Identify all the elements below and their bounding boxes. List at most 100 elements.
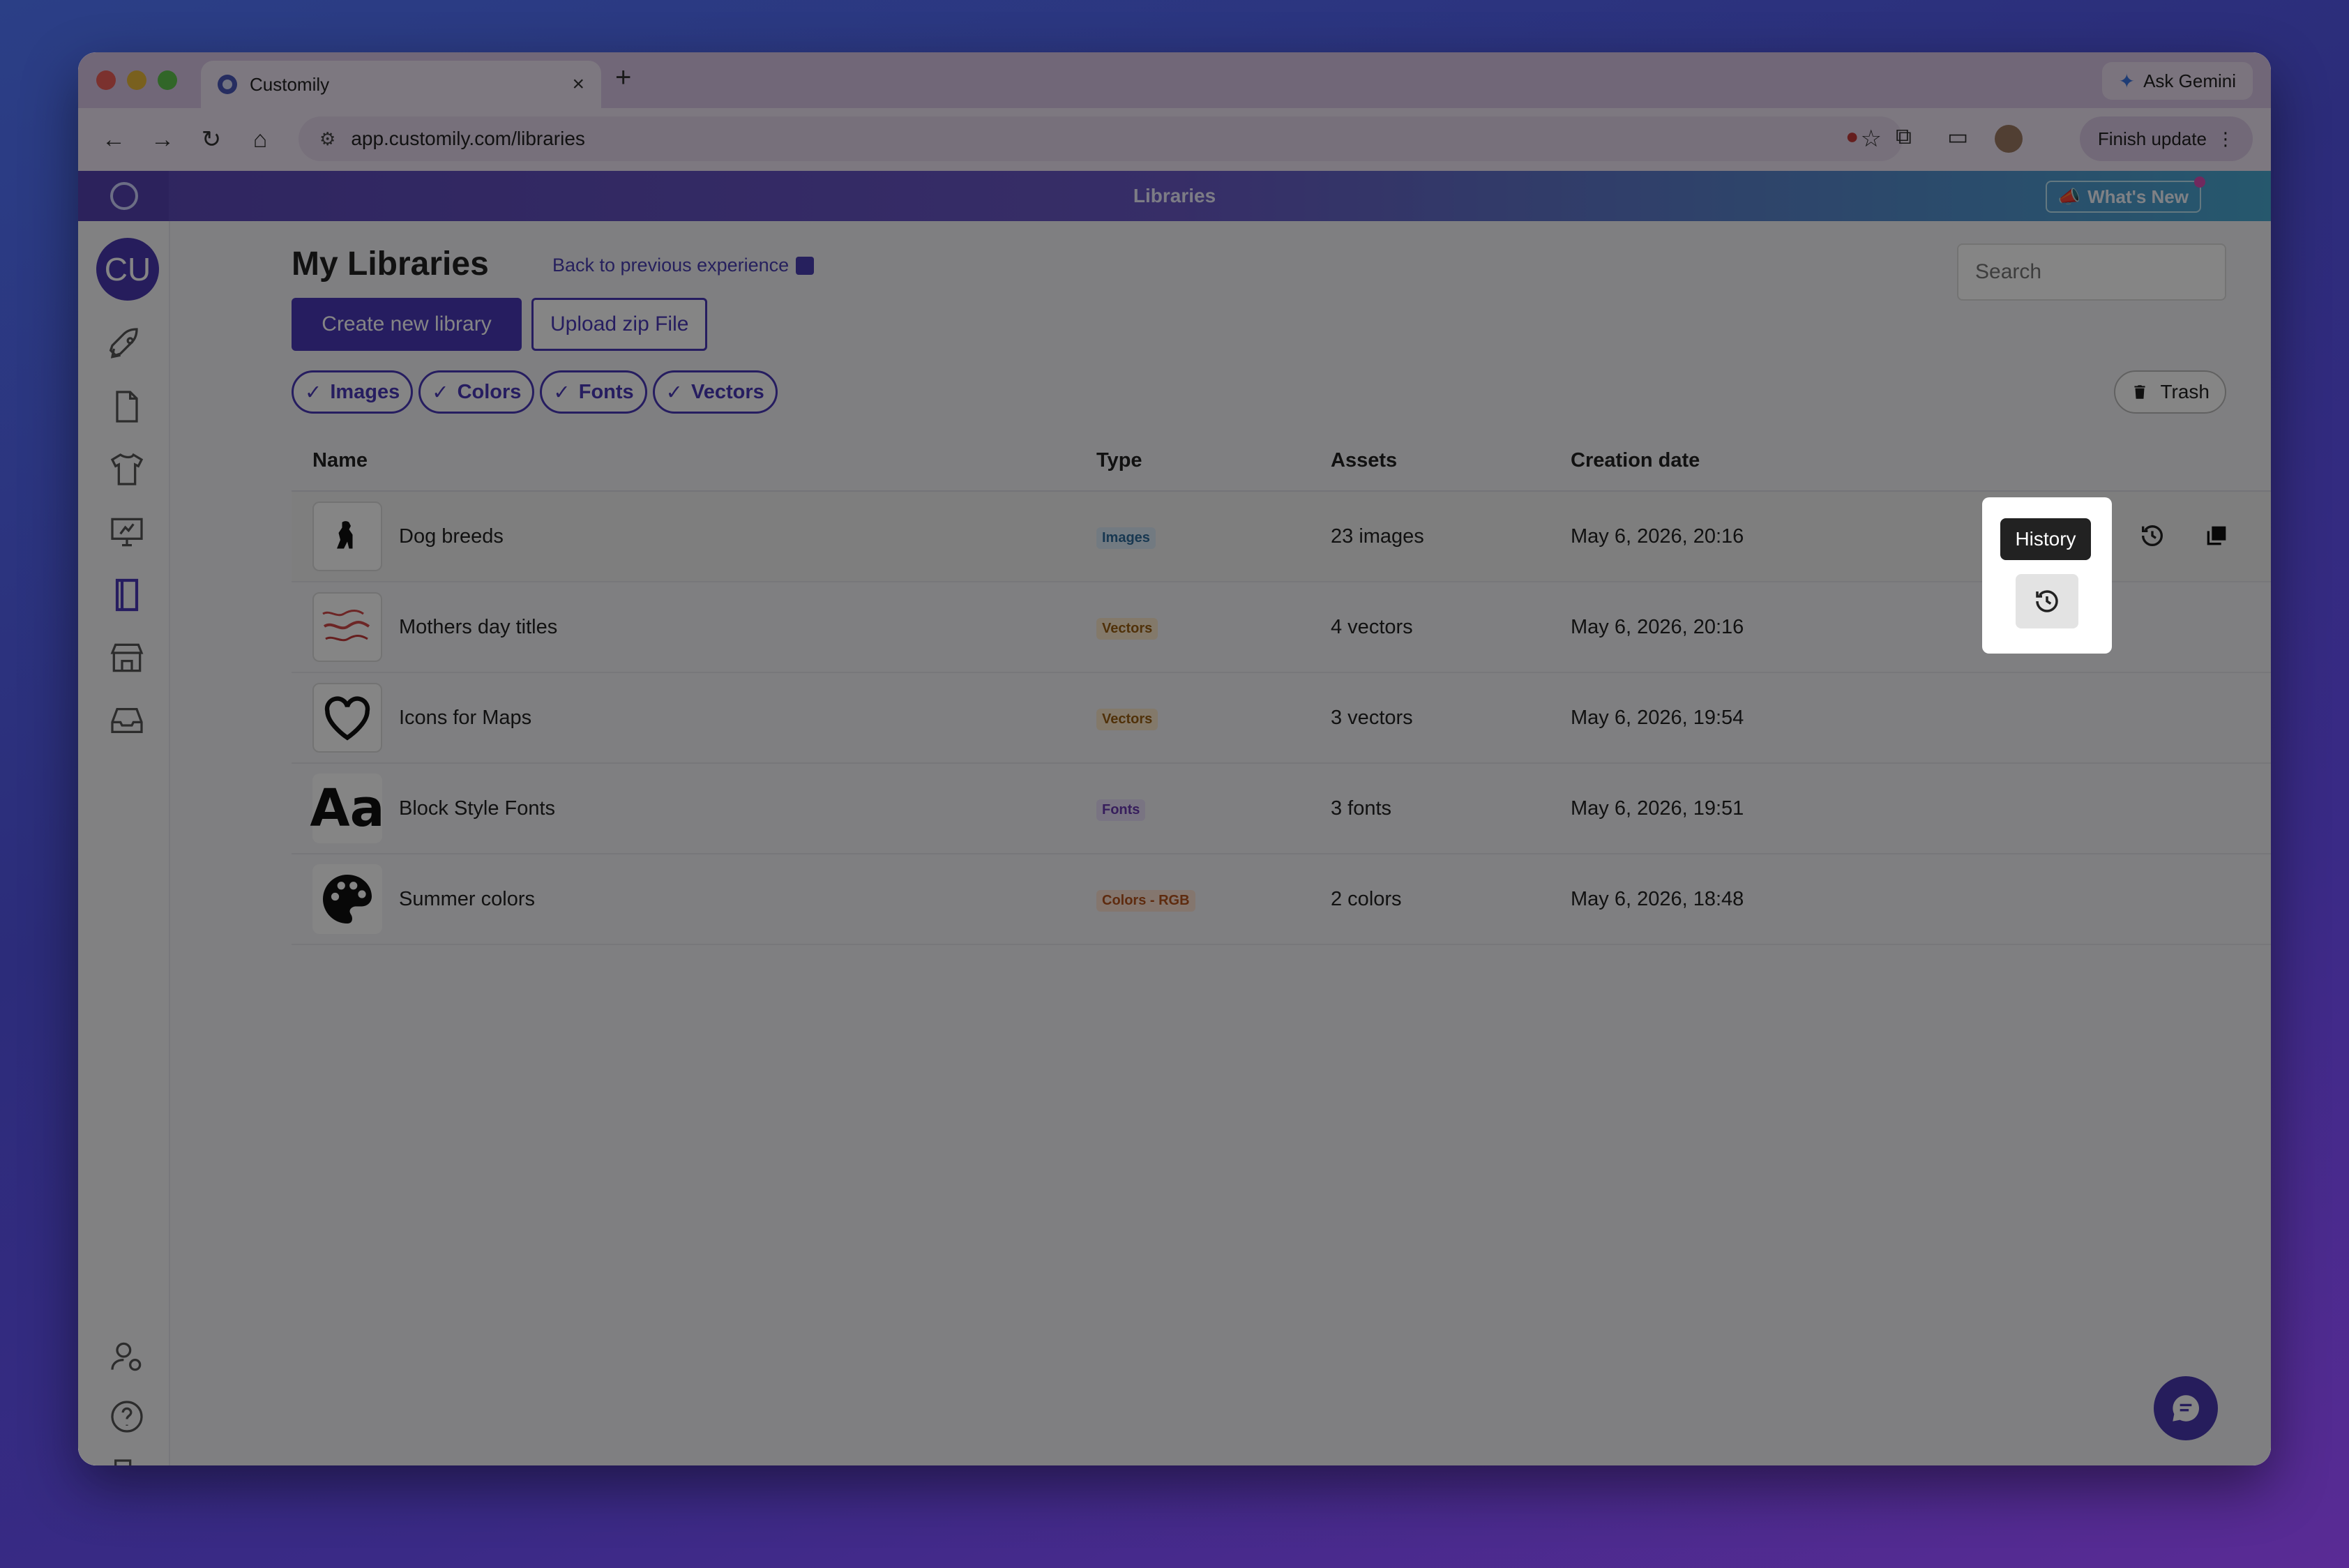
history-icon xyxy=(2036,590,2058,612)
extension-icon[interactable]: ● xyxy=(1845,123,1859,149)
notification-dot xyxy=(2194,176,2205,188)
table-row[interactable]: Summer colors Colors - RGB 2 colors May … xyxy=(292,854,2271,945)
type-badge: Vectors xyxy=(1096,617,1158,640)
whats-new-button[interactable]: 📣 What's New xyxy=(2045,176,2205,213)
type-badge: Fonts xyxy=(1096,799,1146,821)
ask-gemini-button[interactable]: ✦ Ask Gemini xyxy=(2101,62,2253,100)
column-creation-date[interactable]: Creation date xyxy=(1571,449,1919,472)
browser-window: Customily × + ✦ Ask Gemini ← → ↻ ⌂ ⚙ app… xyxy=(78,52,2271,1465)
heart-thumbnail-icon xyxy=(312,683,382,753)
table-row[interactable]: Mothers day titles Vectors 4 vectors May… xyxy=(292,582,2271,673)
bookmark-star-icon[interactable]: ☆ xyxy=(1861,125,1882,153)
library-name[interactable]: Mothers day titles xyxy=(399,616,557,639)
close-window-button[interactable] xyxy=(96,70,116,90)
filter-label: Fonts xyxy=(578,380,634,403)
profile-avatar-icon[interactable] xyxy=(1995,125,2023,153)
back-to-previous-link[interactable]: Back to previous experience xyxy=(552,255,815,276)
edit-button[interactable] xyxy=(2249,504,2271,567)
extensions-puzzle-icon[interactable]: ⧉ xyxy=(1896,123,1912,150)
user-settings-icon[interactable] xyxy=(107,1337,146,1376)
font-thumbnail-icon: Aa xyxy=(310,774,385,843)
filter-label: Images xyxy=(330,380,400,403)
home-icon[interactable]: ⌂ xyxy=(236,126,285,153)
table-header: Name Type Assets Creation date xyxy=(292,430,2271,492)
pencil-icon xyxy=(2267,522,2271,550)
history-button[interactable] xyxy=(2120,504,2184,567)
document-icon[interactable] xyxy=(107,387,146,426)
library-name[interactable]: Block Style Fonts xyxy=(399,797,555,820)
main-content: My Libraries Back to previous experience… xyxy=(170,221,2271,1465)
monitor-icon[interactable] xyxy=(107,513,146,552)
library-book-icon[interactable] xyxy=(107,575,146,615)
table-row[interactable]: Dog breeds Images 23 images May 6, 2026,… xyxy=(292,492,2271,582)
copy-icon xyxy=(2207,526,2226,545)
external-link-icon xyxy=(796,256,815,275)
rocket-icon[interactable] xyxy=(107,324,146,363)
creation-date: May 6, 2026, 19:54 xyxy=(1571,706,1744,729)
type-badge: Colors - RGB xyxy=(1096,889,1195,912)
address-toolbar: ← → ↻ ⌂ ⚙ app.customily.com/libraries ☆ … xyxy=(78,108,2271,171)
chat-support-button[interactable] xyxy=(2154,1376,2218,1440)
finish-update-button[interactable]: Finish update ⋮ xyxy=(2079,116,2253,161)
window-controls xyxy=(96,70,177,90)
asset-count: 4 vectors xyxy=(1331,615,1413,638)
maximize-window-button[interactable] xyxy=(158,70,177,90)
tab-search-icon[interactable]: ▭ xyxy=(1947,123,1968,150)
history-button-highlighted[interactable] xyxy=(2016,574,2078,628)
trash-icon xyxy=(2134,385,2146,399)
page-title: My Libraries xyxy=(292,246,489,282)
column-assets[interactable]: Assets xyxy=(1331,449,1571,472)
check-icon: ✓ xyxy=(305,381,322,404)
search-input[interactable] xyxy=(1957,243,2226,301)
asset-count: 3 fonts xyxy=(1331,797,1392,820)
mothers-day-thumbnail-icon xyxy=(312,592,382,662)
filter-chip-fonts[interactable]: ✓ Fonts xyxy=(540,370,647,414)
check-icon: ✓ xyxy=(665,381,683,404)
help-icon[interactable] xyxy=(107,1397,146,1436)
type-badge: Images xyxy=(1096,527,1156,549)
tshirt-icon[interactable] xyxy=(107,450,146,489)
whats-new-label: What's New xyxy=(2087,186,2189,207)
megaphone-icon: 📣 xyxy=(2057,186,2081,207)
dog-thumbnail-icon xyxy=(312,502,382,571)
upload-zip-button[interactable]: Upload zip File xyxy=(531,298,708,351)
table-row[interactable]: Icons for Maps Vectors 3 vectors May 6, … xyxy=(292,673,2271,764)
inbox-icon[interactable] xyxy=(107,701,146,740)
filter-chip-colors[interactable]: ✓ Colors xyxy=(418,370,535,414)
library-name[interactable]: Icons for Maps xyxy=(399,707,531,730)
table-row[interactable]: Aa Block Style Fonts Fonts 3 fonts May 6… xyxy=(292,764,2271,854)
filter-chip-images[interactable]: ✓ Images xyxy=(292,370,414,414)
duplicate-button[interactable] xyxy=(2184,504,2249,567)
check-icon: ✓ xyxy=(432,381,449,404)
new-tab-button[interactable]: + xyxy=(615,62,631,93)
trash-button[interactable]: Trash xyxy=(2114,370,2226,414)
tab-title: Customily xyxy=(250,73,330,95)
back-link-label: Back to previous experience xyxy=(552,255,790,276)
tab-customily[interactable]: Customily × xyxy=(201,61,601,108)
column-name[interactable]: Name xyxy=(292,449,1096,472)
column-type[interactable]: Type xyxy=(1096,449,1331,472)
store-icon[interactable] xyxy=(107,638,146,677)
url-bar[interactable]: ⚙ app.customily.com/libraries ☆ xyxy=(299,116,1903,161)
site-settings-icon[interactable]: ⚙ xyxy=(319,128,335,150)
back-arrow-icon[interactable]: ← xyxy=(89,126,138,153)
app-header: Libraries 📣 What's New xyxy=(78,171,2271,221)
asset-count: 3 vectors xyxy=(1331,706,1413,729)
minimize-window-button[interactable] xyxy=(127,70,146,90)
filter-label: Vectors xyxy=(690,380,764,403)
history-spotlight: History xyxy=(1982,497,2112,654)
create-new-library-button[interactable]: Create new library xyxy=(292,298,522,351)
reload-icon[interactable]: ↻ xyxy=(187,126,236,153)
libraries-table: Name Type Assets Creation date Dog breed… xyxy=(292,430,2271,945)
more-vertical-icon[interactable]: ⋮ xyxy=(2216,128,2235,150)
forward-arrow-icon[interactable]: → xyxy=(138,126,187,153)
logout-icon[interactable] xyxy=(107,1456,146,1465)
filter-chip-vectors[interactable]: ✓ Vectors xyxy=(652,370,778,414)
creation-date: May 6, 2026, 19:51 xyxy=(1571,797,1744,820)
user-avatar[interactable]: CU xyxy=(96,238,159,301)
creation-date: May 6, 2026, 20:16 xyxy=(1571,525,1744,548)
library-name[interactable]: Summer colors xyxy=(399,888,535,911)
tab-close-icon[interactable]: × xyxy=(572,73,584,96)
library-name[interactable]: Dog breeds xyxy=(399,525,504,548)
asset-count: 23 images xyxy=(1331,525,1424,548)
